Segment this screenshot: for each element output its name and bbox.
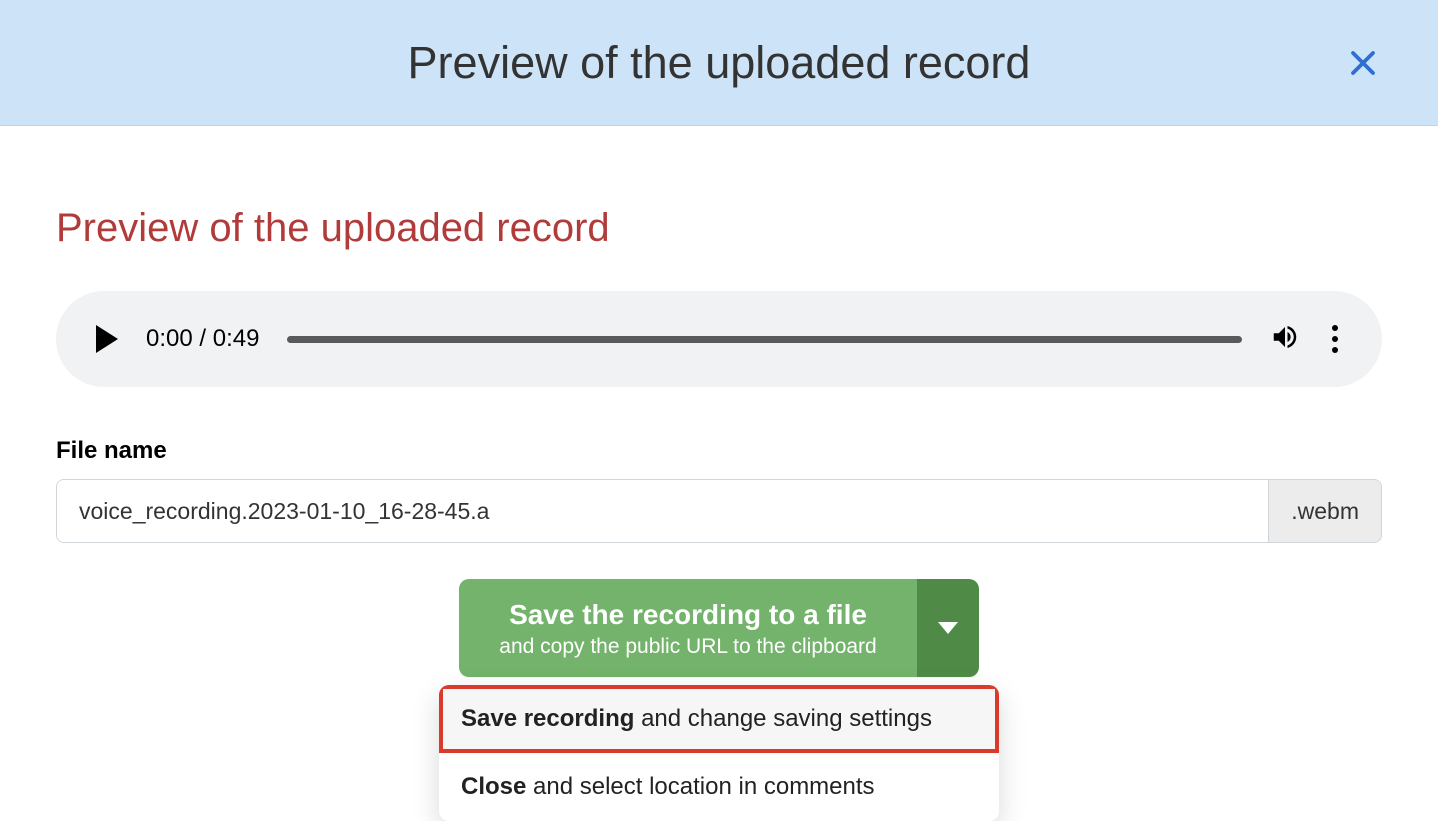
volume-button[interactable]	[1270, 322, 1300, 357]
save-dropdown-toggle[interactable]	[917, 579, 979, 677]
save-split-button: Save the recording to a file and copy th…	[459, 579, 978, 677]
dropdown-item-rest: and change saving settings	[634, 705, 932, 732]
filename-label: File name	[56, 437, 1382, 465]
dropdown-item-close-select[interactable]: Close and select location in comments	[439, 753, 999, 821]
close-icon	[1348, 48, 1378, 78]
dialog-title: Preview of the uploaded record	[408, 37, 1031, 89]
save-dropdown-menu: Save recording and change saving setting…	[439, 685, 999, 821]
caret-down-icon	[938, 622, 958, 634]
dropdown-item-bold: Close	[461, 773, 526, 800]
audio-progress-bar[interactable]	[287, 336, 1242, 343]
filename-input-group: .webm	[56, 479, 1382, 543]
dropdown-item-save-settings[interactable]: Save recording and change saving setting…	[439, 685, 999, 753]
filename-input[interactable]	[57, 480, 1268, 542]
dot-icon	[1332, 325, 1338, 331]
audio-player: 0:00 / 0:49	[56, 291, 1382, 387]
save-button-primary-label: Save the recording to a file	[499, 597, 876, 632]
dot-icon	[1332, 336, 1338, 342]
play-button[interactable]	[96, 325, 118, 353]
audio-time-display: 0:00 / 0:49	[146, 325, 259, 353]
dropdown-item-rest: and select location in comments	[526, 773, 874, 800]
dropdown-item-bold: Save recording	[461, 705, 634, 732]
close-button[interactable]	[1348, 48, 1378, 78]
save-button-secondary-label: and copy the public URL to the clipboard	[499, 632, 876, 661]
dot-icon	[1332, 347, 1338, 353]
audio-more-button[interactable]	[1328, 321, 1342, 357]
section-title: Preview of the uploaded record	[56, 206, 1382, 251]
dialog-header: Preview of the uploaded record	[0, 0, 1438, 126]
volume-icon	[1270, 322, 1300, 352]
save-button[interactable]: Save the recording to a file and copy th…	[459, 579, 916, 677]
dialog-body: Preview of the uploaded record 0:00 / 0:…	[0, 126, 1438, 677]
action-row: Save the recording to a file and copy th…	[56, 579, 1382, 677]
filename-extension: .webm	[1268, 480, 1381, 542]
